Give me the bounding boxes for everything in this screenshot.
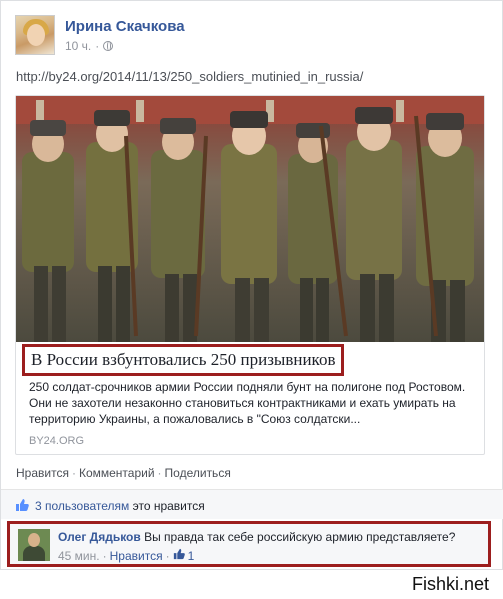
likes-suffix: это нравится bbox=[132, 499, 205, 513]
watermark-logo: Fishki.net bbox=[411, 574, 489, 594]
avatar-face bbox=[27, 24, 45, 46]
comment-like-thumb-icon[interactable] bbox=[173, 548, 185, 563]
shared-photo-soldiers[interactable] bbox=[16, 96, 484, 342]
meta-separator: · bbox=[95, 39, 100, 53]
comment-item: Олег Дядьков Вы правда так себе российск… bbox=[7, 521, 491, 567]
comment-line: Олег Дядьков Вы правда так себе российск… bbox=[58, 530, 455, 544]
comment-meta-separator: · bbox=[165, 548, 170, 563]
comment-meta-separator: · bbox=[102, 548, 107, 563]
commenter-avatar[interactable] bbox=[18, 529, 50, 561]
action-separator: · bbox=[71, 466, 76, 480]
post-meta: 10 ч. · bbox=[65, 39, 114, 53]
post-link-text[interactable]: http://by24.org/2014/11/13/250_soldiers_… bbox=[16, 69, 363, 84]
shared-description: 250 солдат-срочников армии России поднял… bbox=[29, 380, 466, 426]
author-avatar[interactable] bbox=[15, 15, 55, 55]
action-separator: · bbox=[157, 466, 162, 480]
globe-icon[interactable] bbox=[103, 41, 114, 51]
comment-like-button[interactable]: Нравится bbox=[110, 549, 163, 563]
post-time[interactable]: 10 ч. bbox=[65, 39, 91, 53]
avatar-body bbox=[23, 546, 45, 561]
author-name[interactable]: Ирина Скачкова bbox=[65, 18, 185, 35]
comment-button[interactable]: Комментарий bbox=[79, 466, 155, 480]
likes-text: 3 пользователям это нравится bbox=[35, 499, 205, 513]
comment-meta: 45 мин. · Нравится · 1 bbox=[58, 548, 194, 563]
likes-users-link[interactable]: 3 пользователям bbox=[35, 499, 129, 513]
likes-summary: 3 пользователям это нравится bbox=[1, 489, 503, 519]
comment-time[interactable]: 45 мин. bbox=[58, 549, 100, 563]
thumbs-up-icon bbox=[15, 498, 29, 517]
like-button[interactable]: Нравится bbox=[16, 466, 69, 480]
avatar-head bbox=[28, 533, 40, 547]
post-actions: Нравится · Комментарий · Поделиться bbox=[16, 466, 231, 480]
comment-like-count[interactable]: 1 bbox=[188, 549, 195, 563]
shared-domain: BY24.ORG bbox=[29, 435, 85, 447]
soldiers-illustration bbox=[16, 96, 484, 342]
post-card: Ирина Скачкова 10 ч. · http://by24.org/2… bbox=[0, 0, 503, 570]
shared-headline[interactable]: В России взбунтовались 250 призывников bbox=[22, 344, 345, 376]
share-button[interactable]: Поделиться bbox=[165, 466, 231, 480]
post-header: Ирина Скачкова 10 ч. · bbox=[15, 15, 485, 57]
commenter-name[interactable]: Олег Дядьков bbox=[58, 530, 141, 544]
shared-link-card[interactable]: В России взбунтовались 250 призывников 2… bbox=[15, 95, 485, 455]
comment-text: Вы правда так себе российскую армию пред… bbox=[144, 530, 456, 544]
